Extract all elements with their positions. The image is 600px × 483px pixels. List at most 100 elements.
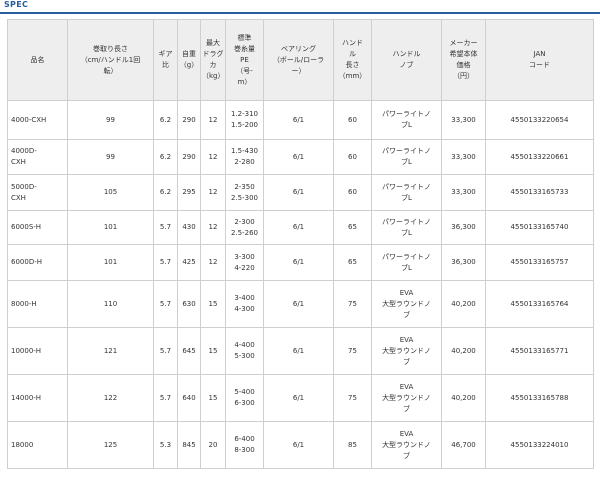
cell-line: 1.2-310 1.5-200: [225, 100, 264, 140]
cell-line: 3-300 4-220: [225, 244, 264, 281]
table-row: 18000 125 5.3 845 20 6-400 8-300 6/1 85 E…: [7, 421, 594, 469]
section-header: SPEC: [0, 0, 600, 14]
cell-weight: 640: [177, 374, 201, 422]
header-gear-ratio: ギア比: [153, 19, 178, 101]
header-retrieve: 巻取り長さ （cm/ハンドル1回 転）: [67, 19, 154, 101]
cell-knob: EVA 大型ラウンドノブ: [371, 421, 442, 469]
cell-gear: 5.7: [153, 327, 178, 375]
cell-name: 5000D- CXH: [7, 174, 68, 211]
cell-handle: 65: [333, 244, 372, 281]
cell-drag: 12: [200, 244, 226, 281]
cell-jan: 4550133165764: [485, 280, 594, 328]
cell-weight: 430: [177, 210, 201, 245]
cell-name: 4000-CXH: [7, 100, 68, 140]
cell-bearing: 6/1: [263, 327, 334, 375]
cell-drag: 15: [200, 280, 226, 328]
cell-bearing: 6/1: [263, 210, 334, 245]
cell-price: 40,200: [441, 374, 486, 422]
cell-line: 4-400 5-300: [225, 327, 264, 375]
cell-name: 14000-H: [7, 374, 68, 422]
cell-price: 40,200: [441, 280, 486, 328]
header-name: 品名: [7, 19, 68, 101]
cell-line: 6-400 8-300: [225, 421, 264, 469]
cell-line: 2-350 2.5-300: [225, 174, 264, 211]
cell-name: 4000D- CXH: [7, 139, 68, 175]
cell-drag: 20: [200, 421, 226, 469]
cell-handle: 75: [333, 374, 372, 422]
table-row: 8000-H 110 5.7 630 15 3-400 4-300 6/1 75 …: [7, 280, 594, 328]
cell-knob: EVA 大型ラウンドノブ: [371, 374, 442, 422]
cell-jan: 4550133165788: [485, 374, 594, 422]
cell-knob: パワーライトノ ブL: [371, 100, 442, 140]
table-row: 4000-CXH 99 6.2 290 12 1.2-310 1.5-200 6/…: [7, 100, 594, 140]
cell-handle: 65: [333, 210, 372, 245]
cell-retrieve: 121: [67, 327, 154, 375]
cell-retrieve: 122: [67, 374, 154, 422]
spec-table: 品名 巻取り長さ （cm/ハンドル1回 転） ギア比 自重 （g） 最大 ドラグカ（kg…: [7, 19, 594, 469]
cell-weight: 645: [177, 327, 201, 375]
cell-knob: EVA 大型ラウンドノブ: [371, 280, 442, 328]
header-max-drag: 最大 ドラグカ（kg）: [200, 19, 226, 101]
cell-gear: 5.7: [153, 244, 178, 281]
cell-weight: 630: [177, 280, 201, 328]
cell-handle: 60: [333, 100, 372, 140]
cell-gear: 5.7: [153, 280, 178, 328]
cell-retrieve: 99: [67, 139, 154, 175]
cell-knob: パワーライトノ ブL: [371, 174, 442, 211]
cell-bearing: 6/1: [263, 244, 334, 281]
cell-price: 46,700: [441, 421, 486, 469]
cell-price: 33,300: [441, 139, 486, 175]
cell-gear: 5.3: [153, 421, 178, 469]
table-row: 5000D- CXH 105 6.2 295 12 2-350 2.5-300 6/…: [7, 174, 594, 211]
cell-bearing: 6/1: [263, 374, 334, 422]
cell-price: 36,300: [441, 244, 486, 281]
cell-retrieve: 101: [67, 244, 154, 281]
cell-gear: 6.2: [153, 174, 178, 211]
cell-knob: パワーライトノ ブL: [371, 139, 442, 175]
cell-bearing: 6/1: [263, 280, 334, 328]
cell-drag: 12: [200, 210, 226, 245]
cell-name: 18000: [7, 421, 68, 469]
cell-retrieve: 125: [67, 421, 154, 469]
cell-drag: 12: [200, 100, 226, 140]
cell-jan: 4550133165740: [485, 210, 594, 245]
header-price: メーカー 希望本体 価格 （円）: [441, 19, 486, 101]
table-row: 4000D- CXH 99 6.2 290 12 1.5-430 2-280 6/1…: [7, 139, 594, 175]
cell-handle: 75: [333, 327, 372, 375]
cell-bearing: 6/1: [263, 174, 334, 211]
cell-bearing: 6/1: [263, 100, 334, 140]
cell-weight: 295: [177, 174, 201, 211]
cell-gear: 6.2: [153, 139, 178, 175]
section-divider: [0, 12, 600, 14]
cell-knob: EVA 大型ラウンドノブ: [371, 327, 442, 375]
cell-jan: 4550133165733: [485, 174, 594, 211]
cell-retrieve: 105: [67, 174, 154, 211]
cell-retrieve: 101: [67, 210, 154, 245]
cell-name: 6000D-H: [7, 244, 68, 281]
cell-weight: 845: [177, 421, 201, 469]
cell-name: 10000-H: [7, 327, 68, 375]
header-jan-code: JAN コード: [485, 19, 594, 101]
cell-price: 33,300: [441, 100, 486, 140]
cell-knob: パワーライトノ ブL: [371, 210, 442, 245]
section-title: SPEC: [4, 0, 29, 9]
cell-weight: 425: [177, 244, 201, 281]
cell-knob: パワーライトノ ブL: [371, 244, 442, 281]
cell-price: 36,300: [441, 210, 486, 245]
header-handle-knob: ハンドル ノブ: [371, 19, 442, 101]
cell-handle: 60: [333, 174, 372, 211]
cell-jan: 4550133220661: [485, 139, 594, 175]
cell-name: 8000-H: [7, 280, 68, 328]
cell-drag: 12: [200, 174, 226, 211]
cell-price: 40,200: [441, 327, 486, 375]
header-row: 品名 巻取り長さ （cm/ハンドル1回 転） ギア比 自重 （g） 最大 ドラグカ（kg…: [7, 19, 594, 101]
cell-handle: 60: [333, 139, 372, 175]
table-row: 6000D-H 101 5.7 425 12 3-300 4-220 6/1 65…: [7, 244, 594, 281]
header-handle-length: ハンドル長さ （mm）: [333, 19, 372, 101]
cell-jan: 4550133165771: [485, 327, 594, 375]
table-row: 10000-H 121 5.7 645 15 4-400 5-300 6/1 75…: [7, 327, 594, 375]
cell-line: 1.5-430 2-280: [225, 139, 264, 175]
cell-drag: 12: [200, 139, 226, 175]
cell-gear: 5.7: [153, 374, 178, 422]
cell-gear: 6.2: [153, 100, 178, 140]
